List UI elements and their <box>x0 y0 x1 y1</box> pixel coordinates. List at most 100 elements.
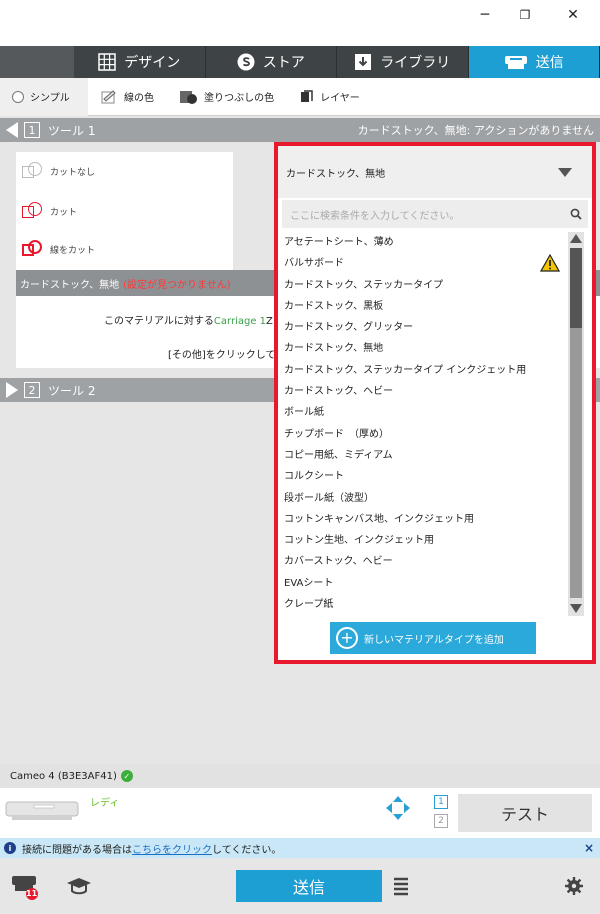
material-search-input[interactable]: ここに検索条件を入力してください。 <box>282 200 588 228</box>
job-count-badge: 11 <box>26 889 38 898</box>
plus-circle-icon: + <box>336 627 358 649</box>
subtab-line-color-label: 線の色 <box>124 93 154 104</box>
radio-icon <box>12 90 24 103</box>
scroll-thumb[interactable] <box>570 248 582 328</box>
material-list-item[interactable]: カードストック、黒板 <box>278 296 568 317</box>
subtab-layer[interactable]: レイヤー <box>286 78 372 116</box>
material-list-item[interactable]: コットンキャンバス地、インクジェット用 <box>278 509 568 530</box>
tab-library-label: ライブラリ <box>380 55 451 71</box>
tutorial-cap-icon[interactable] <box>66 876 92 896</box>
move-arrows-icon[interactable] <box>384 794 412 822</box>
material-list-item[interactable]: コットン生地、インクジェット用 <box>278 530 568 551</box>
material-list-item[interactable]: コルクシート <box>278 466 568 487</box>
cut-icon <box>22 202 44 220</box>
tool-number: 2 <box>24 382 40 398</box>
tab-send[interactable]: 送信 <box>468 46 600 78</box>
footer: 11 送信 <box>0 858 600 914</box>
cutter-machine-icon[interactable] <box>4 796 80 822</box>
subtab-line-color[interactable]: 線の色 <box>88 78 166 116</box>
carriage-link[interactable]: Carriage 1 <box>214 316 266 327</box>
subtab-simple-label: シンプル <box>30 93 70 104</box>
send-button[interactable]: 送信 <box>236 870 382 902</box>
subtab-fill-color-label: 塗りつぶしの色 <box>204 93 275 104</box>
material-select[interactable]: カードストック、無地 <box>278 146 592 198</box>
menu-list-icon[interactable] <box>392 876 410 898</box>
tab-store[interactable]: ストア <box>206 46 337 78</box>
tab-store-label: ストア <box>262 55 305 71</box>
material-select-value: カードストック、無地 <box>286 168 386 180</box>
edge-cut-icon <box>22 240 44 258</box>
gear-icon[interactable] <box>564 876 584 896</box>
search-icon[interactable] <box>570 208 582 220</box>
tool-1-header[interactable]: 1 ツール 1 カードストック、無地: アクションがありません <box>0 118 600 142</box>
material-list-item[interactable]: ボール紙 <box>278 402 568 423</box>
dropdown-caret-icon[interactable] <box>558 168 572 177</box>
connected-check-icon: ✓ <box>120 770 133 782</box>
grid-icon <box>98 53 116 71</box>
tab-spacer <box>0 46 74 78</box>
subtab-fill-color[interactable]: 塗りつぶしの色 <box>166 78 286 116</box>
material-list-item[interactable]: コピー用紙、ミディアム <box>278 445 568 466</box>
tab-design[interactable]: デザイン <box>74 46 206 78</box>
list-scrollbar[interactable] <box>568 232 584 616</box>
page-1-button[interactable]: 1 <box>434 795 448 809</box>
cut-option-none[interactable]: カットなし <box>22 162 95 180</box>
material-list-item[interactable]: チップボード （厚め） <box>278 424 568 445</box>
tool-number: 1 <box>24 122 40 138</box>
material-list-item[interactable]: カードストック、ステッカータイプ <box>278 275 568 296</box>
tab-library[interactable]: ライブラリ <box>337 46 469 78</box>
info-close-button[interactable]: × <box>584 841 594 855</box>
no-cut-icon <box>22 162 44 180</box>
tool-status: カードストック、無地: アクションがありません <box>357 124 594 137</box>
help-link[interactable]: こちらをクリック <box>132 845 212 856</box>
material-list-item[interactable]: アセテートシート、薄め <box>278 232 568 253</box>
page-2-button[interactable]: 2 <box>434 814 448 828</box>
expand-triangle-icon[interactable] <box>6 382 18 398</box>
maximize-button[interactable]: ❐ <box>502 0 548 30</box>
scroll-up-icon[interactable] <box>570 234 582 243</box>
cut-option-edge[interactable]: 線をカット <box>22 240 95 258</box>
subtab-simple[interactable]: シンプル <box>0 77 88 116</box>
layer-icon <box>301 89 313 102</box>
material-warning: (設定が見つかりません) <box>123 279 231 291</box>
info-icon: i <box>4 842 16 854</box>
scroll-down-icon[interactable] <box>570 604 582 613</box>
device-panel: レディ 1 2 テスト <box>0 788 600 838</box>
material-message-line2: [その他]をクリックして <box>168 350 276 361</box>
add-material-button[interactable]: + 新しいマテリアルタイプを追加 <box>330 622 536 654</box>
tab-design-label: デザイン <box>124 55 181 71</box>
library-icon <box>355 54 372 70</box>
add-material-label: 新しいマテリアルタイプを追加 <box>364 634 504 646</box>
line-color-icon <box>101 89 116 103</box>
close-button[interactable]: ✕ <box>550 0 596 30</box>
device-name: Cameo 4 (B3E3AF41) <box>10 770 117 782</box>
material-list-item[interactable]: クレープ紙 <box>278 594 568 615</box>
material-list-item[interactable]: カードストック、ステッカータイプ インクジェット用 <box>278 360 568 381</box>
collapse-triangle-icon[interactable] <box>6 122 18 138</box>
fill-color-icon <box>180 90 197 104</box>
material-list-item[interactable]: カードストック、ヘビー <box>278 381 568 402</box>
material-list-item[interactable]: バルサボード <box>278 253 568 274</box>
cut-option-cut[interactable]: カット <box>22 202 77 220</box>
info-suffix: してください。 <box>212 844 282 856</box>
cut-option-label: カットなし <box>50 167 96 178</box>
material-list-item[interactable]: EVAシート <box>278 573 568 594</box>
info-bar: i 接続に問題がある場合はこちらをクリックしてください。 <box>0 838 600 858</box>
message-text: このマテリアルに対する <box>104 316 214 327</box>
sub-tabs: シンプル 線の色 塗りつぶしの色 レイヤー <box>0 77 600 116</box>
main-tabs: デザイン ストア ライブラリ 送信 <box>0 46 600 78</box>
info-text: 接続に問題がある場合はこちらをクリックしてください。 <box>22 841 281 856</box>
message-text: Z <box>266 316 273 327</box>
scroll-track[interactable] <box>570 328 582 598</box>
material-message-line1: このマテリアルに対するCarriage 1Z <box>104 312 273 327</box>
device-row: Cameo 4 (B3E3AF41) ✓ <box>0 764 600 788</box>
test-button[interactable]: テスト <box>458 794 592 832</box>
info-prefix: 接続に問題がある場合は <box>22 844 132 856</box>
device-status: レディ <box>90 798 120 809</box>
material-name: カードストック、無地 <box>20 279 120 291</box>
material-list-item[interactable]: カードストック、グリッター <box>278 317 568 338</box>
material-list-item[interactable]: カードストック、無地 <box>278 338 568 359</box>
material-list-item[interactable]: 段ボール紙（波型） <box>278 488 568 509</box>
material-list-item[interactable]: カバーストック、ヘビー <box>278 551 568 572</box>
tab-send-label: 送信 <box>535 55 564 71</box>
